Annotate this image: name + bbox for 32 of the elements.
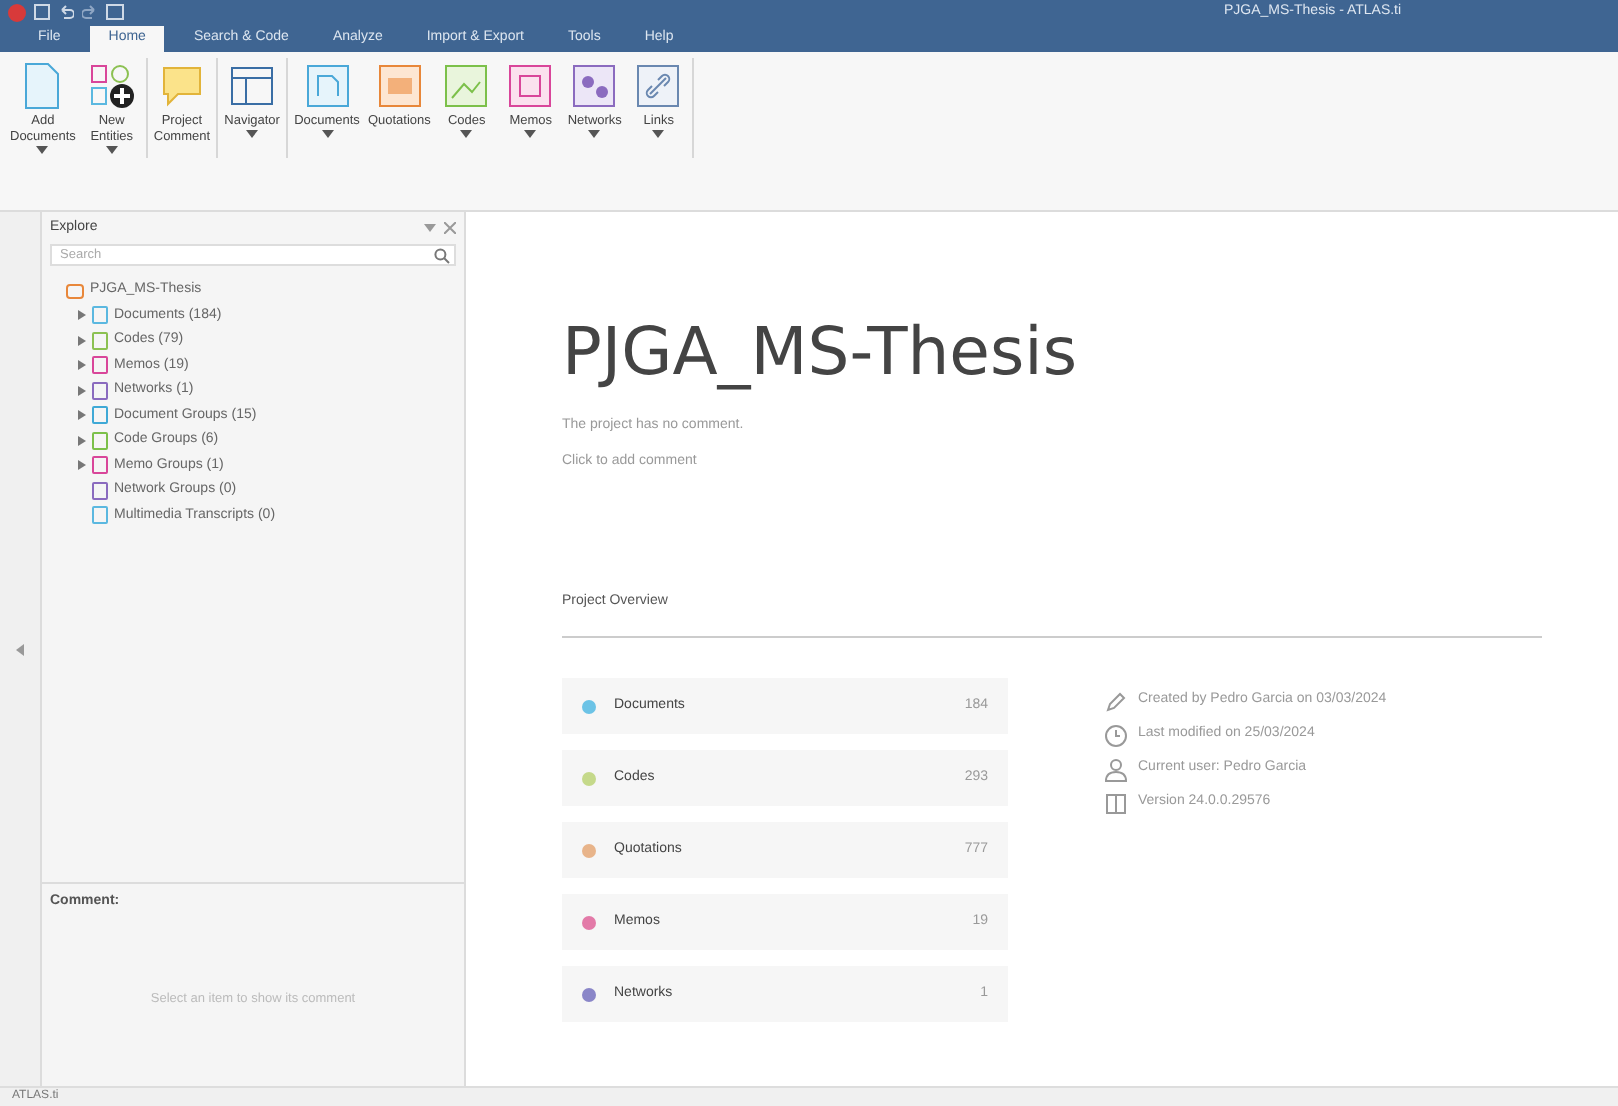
undo-icon[interactable] [58,4,74,20]
version-icon [1104,792,1128,816]
collapse-arrow-icon[interactable] [16,643,24,655]
save-icon[interactable] [34,4,50,20]
expand-arrow-icon[interactable] [78,360,86,371]
document-icon [305,64,349,108]
link-icon [636,64,681,108]
project-icon [66,281,84,300]
layout-icon [228,62,277,110]
expand-arrow-icon[interactable] [78,460,86,471]
code-icon [444,64,489,108]
document-icon [20,62,65,110]
expand-arrow-icon[interactable] [78,410,86,421]
pen-icon [1104,690,1128,714]
expand-arrow-icon[interactable] [78,435,86,446]
quotation-icon [377,64,422,108]
window-icon[interactable] [106,4,124,20]
expand-arrow-icon[interactable] [78,385,86,396]
redo-icon[interactable] [82,4,98,20]
app-logo-icon [8,3,26,21]
new-entities-icon [87,62,136,110]
pin-icon[interactable] [424,222,436,234]
memo-icon [508,64,553,108]
project-title: PJGA_MS-Thesis [562,312,1080,392]
expand-arrow-icon[interactable] [78,310,86,321]
expand-arrow-icon[interactable] [78,335,86,346]
network-icon [572,64,617,108]
search-icon [434,247,450,263]
close-icon[interactable] [444,222,456,234]
comment-icon [157,62,206,110]
user-icon [1104,758,1128,782]
clock-icon [1104,724,1128,748]
